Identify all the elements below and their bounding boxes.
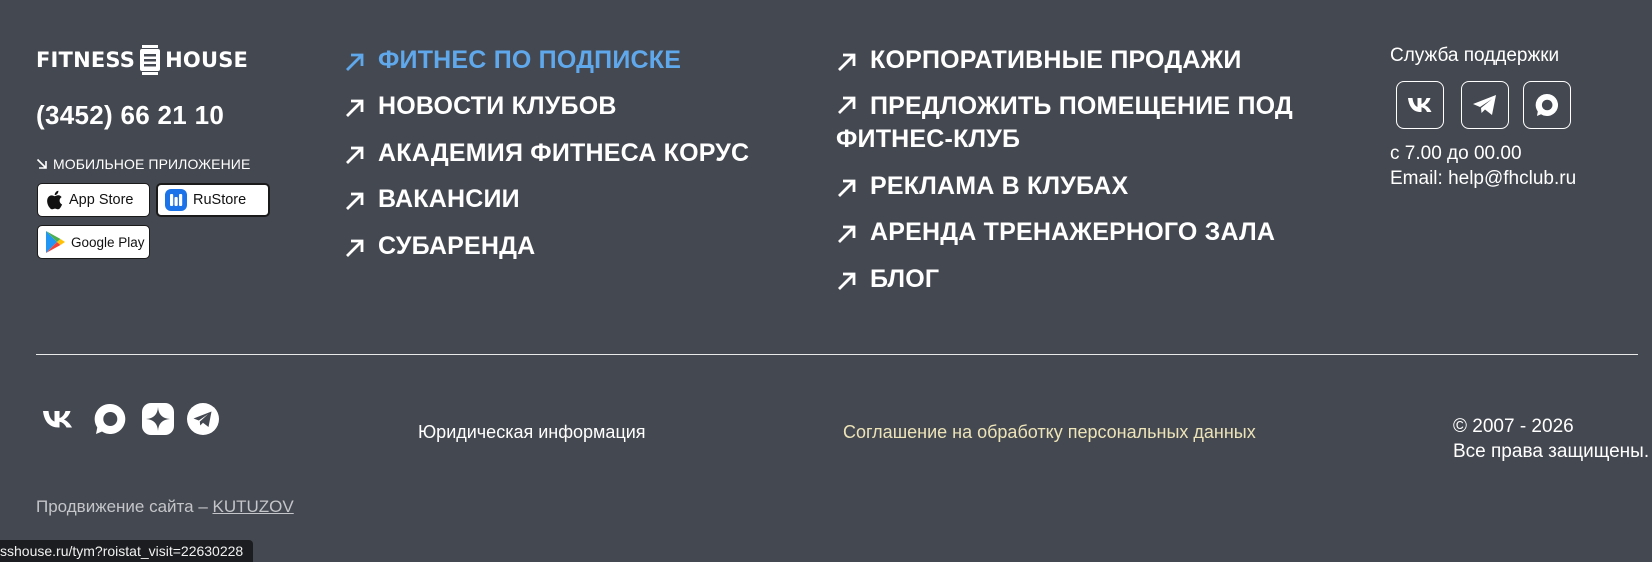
arrow-up-right-icon: [838, 96, 856, 114]
nav-label: АКАДЕМИЯ ФИТНЕСА КОРУС: [378, 139, 750, 167]
arrow-up-right-icon: [838, 179, 856, 197]
arrow-up-right-icon: [346, 239, 364, 257]
mobile-app-label: МОБИЛЬНОЕ ПРИЛОЖЕНИЕ: [36, 156, 250, 172]
site-promotion: Продвижение сайта – KUTUZOV: [36, 497, 294, 517]
vk-icon: [1408, 98, 1432, 112]
support-email[interactable]: Email: help@fhclub.ru: [1390, 168, 1576, 190]
nav-advertising[interactable]: РЕКЛАМА В КЛУБАХ: [836, 170, 1128, 203]
dzen-icon: [142, 403, 174, 435]
promo-text: Продвижение сайта –: [36, 497, 213, 516]
fitness-house-logo[interactable]: FITNESS HOUSE: [36, 45, 248, 75]
nav-fitness-academy[interactable]: АКАДЕМИЯ ФИТНЕСА КОРУС: [344, 137, 749, 170]
nav-label: КОРПОРАТИВНЫЕ ПРОДАЖИ: [870, 46, 1242, 74]
nav-label: СУБАРЕНДА: [378, 232, 536, 260]
nav-club-news[interactable]: НОВОСТИ КЛУБОВ: [344, 90, 617, 123]
mobile-app-label-text: МОБИЛЬНОЕ ПРИЛОЖЕНИЕ: [53, 156, 251, 172]
arrow-up-right-icon: [838, 272, 856, 290]
google-play-button[interactable]: Google Play: [37, 225, 150, 259]
social-max-link[interactable]: [93, 402, 127, 436]
google-play-label: Google Play: [71, 234, 145, 250]
app-store-button[interactable]: App Store: [37, 183, 150, 217]
support-hours: с 7.00 до 00.00: [1390, 143, 1522, 164]
social-dzen-link[interactable]: [141, 402, 175, 436]
arrow-up-right-icon: [838, 53, 856, 71]
nav-label: АРЕНДА ТРЕНАЖЕРНОГО ЗАЛА: [870, 218, 1276, 246]
rustore-button[interactable]: RuStore: [156, 183, 270, 217]
support-title: Служба поддержки: [1390, 45, 1560, 66]
nav-label: РЕКЛАМА В КЛУБАХ: [870, 172, 1129, 200]
telegram-icon: [1473, 95, 1496, 115]
personal-data-consent-link[interactable]: Соглашение на обработку персональных дан…: [843, 422, 1256, 443]
nav-sublease[interactable]: СУБАРЕНДА: [344, 230, 535, 263]
support-vk-button[interactable]: [1396, 81, 1444, 129]
nav-vacancies[interactable]: ВАКАНСИИ: [344, 183, 520, 216]
support-max-button[interactable]: [1523, 81, 1571, 129]
footer-divider: [36, 354, 1638, 355]
nav-label: НОВОСТИ КЛУБОВ: [378, 92, 617, 120]
arrow-up-right-icon: [346, 146, 364, 164]
telegram-icon: [187, 403, 219, 435]
app-store-label: App Store: [69, 192, 134, 208]
max-messenger-icon: [1535, 93, 1559, 116]
copyright: © 2007 - 2026 Все права защищены.: [1453, 414, 1649, 464]
logo-text-right: HOUSE: [165, 48, 249, 72]
arrow-down-right-icon: [36, 158, 47, 169]
nav-blog[interactable]: БЛОГ: [836, 263, 939, 296]
legal-info-link[interactable]: Юридическая информация: [418, 422, 646, 443]
browser-status-url: sshouse.ru/tym?roistat_visit=22630228: [0, 540, 254, 562]
nav-label: ВАКАНСИИ: [378, 185, 520, 213]
phone-number[interactable]: (3452) 66 21 10: [36, 100, 224, 131]
logo-text-left: FITNESS: [36, 48, 136, 72]
nav-label: БЛОГ: [870, 265, 940, 293]
nav-label: ПРЕДЛОЖИТЬ ПОМЕЩЕНИЕ ПОД ФИТНЕС-КЛУБ: [836, 92, 1293, 153]
arrow-up-right-icon: [346, 53, 364, 71]
apple-icon: [47, 190, 63, 210]
social-vk-link[interactable]: [42, 402, 76, 436]
max-messenger-icon: [94, 403, 126, 434]
nav-fitness-subscription[interactable]: ФИТНЕС ПО ПОДПИСКЕ: [344, 44, 681, 77]
social-telegram-link[interactable]: [186, 402, 220, 436]
copyright-rights: Все права защищены.: [1453, 441, 1650, 462]
logo-mark-icon: [140, 45, 161, 75]
support-telegram-button[interactable]: [1461, 81, 1509, 129]
arrow-up-right-icon: [346, 99, 364, 117]
nav-corporate-sales[interactable]: КОРПОРАТИВНЫЕ ПРОДАЖИ: [836, 44, 1242, 77]
nav-offer-premises[interactable]: ПРЕДЛОЖИТЬ ПОМЕЩЕНИЕ ПОД ФИТНЕС-КЛУБ: [836, 90, 1306, 156]
copyright-years: © 2007 - 2026: [1453, 416, 1574, 437]
rustore-label: RuStore: [193, 192, 247, 208]
nav-gym-rental[interactable]: АРЕНДА ТРЕНАЖЕРНОГО ЗАЛА: [836, 216, 1275, 249]
arrow-up-right-icon: [838, 225, 856, 243]
vk-icon: [43, 411, 72, 428]
arrow-up-right-icon: [346, 192, 364, 210]
nav-label: ФИТНЕС ПО ПОДПИСКЕ: [378, 46, 682, 74]
rustore-icon: [165, 189, 187, 211]
google-play-icon: [46, 231, 65, 253]
promo-kutuzov-link[interactable]: KUTUZOV: [213, 497, 294, 516]
